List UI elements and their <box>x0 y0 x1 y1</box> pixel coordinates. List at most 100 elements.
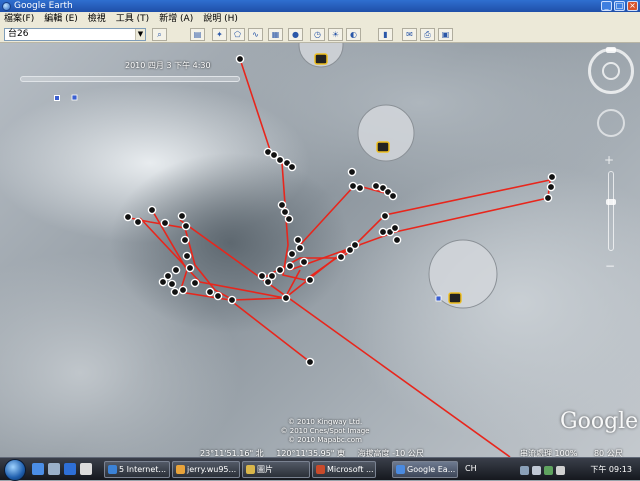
attribution-line: © 2010 Mapabc.com <box>288 436 362 444</box>
taskbar-button[interactable]: jerry.wu95... <box>172 461 240 478</box>
track-point <box>345 245 355 255</box>
menu-file[interactable]: 檔案(F) <box>0 12 40 26</box>
map-viewport[interactable]: 2010 四月 3 下午 4:30 + − © 2010 Kingway Ltd… <box>0 43 640 457</box>
north-icon[interactable] <box>606 47 616 53</box>
path-button[interactable]: ∿ <box>248 28 263 41</box>
zoom-in-icon[interactable]: + <box>604 153 614 167</box>
search-button[interactable]: ⌕ <box>152 28 167 41</box>
polygon-button[interactable]: ⬠ <box>230 28 245 41</box>
switch-windows-icon[interactable] <box>80 463 92 475</box>
track-point <box>390 223 400 233</box>
language-indicator[interactable]: CH <box>465 464 477 473</box>
google-earth-icon <box>2 2 11 11</box>
taskbar: 5 Internet... jerry.wu95... 圖片 Microsoft ..… <box>0 457 640 481</box>
close-button[interactable]: × <box>627 1 638 11</box>
placemark-marker <box>71 94 78 101</box>
zoom-slider-knob[interactable] <box>606 199 616 205</box>
tray-icon[interactable] <box>532 465 541 475</box>
track-point <box>277 200 287 210</box>
menu-edit[interactable]: 編輯 (E) <box>40 12 84 26</box>
track-point <box>170 287 180 297</box>
switch-sky-button[interactable]: ◐ <box>346 28 361 41</box>
app-icon <box>396 465 405 474</box>
ie-quicklaunch-icon[interactable] <box>64 463 76 475</box>
sunlight-button[interactable]: ☀ <box>328 28 343 41</box>
compass-control[interactable] <box>588 47 634 94</box>
ie-icon[interactable] <box>32 463 44 475</box>
app-icon <box>108 465 117 474</box>
track-point <box>275 265 285 275</box>
taskbar-button-label: 5 Internet... <box>119 465 167 474</box>
status-line: 23°11'51.16" 北 120°11'35.95" 東 海拔高度 -10 … <box>200 448 434 457</box>
track-point <box>167 279 177 289</box>
menu-help[interactable]: 說明 (H) <box>199 12 244 26</box>
tray-icon[interactable] <box>520 465 529 475</box>
taskbar-button[interactable]: Google Ea... <box>392 461 458 478</box>
attribution-line: © 2010 Cnes/Spot Image <box>280 427 370 435</box>
move-joystick[interactable] <box>597 109 625 137</box>
eye-altitude: 80 公尺 <box>593 449 623 457</box>
email-button[interactable]: ✉ <box>402 28 417 41</box>
track-point <box>257 271 267 281</box>
track-point <box>123 212 133 222</box>
track-point <box>275 155 285 165</box>
historical-imagery-button[interactable]: ◷ <box>310 28 325 41</box>
track-point <box>378 227 388 237</box>
taskbar-button-label: Microsoft ... <box>327 465 374 474</box>
zoom-slider[interactable] <box>608 171 614 251</box>
attribution: © 2010 Kingway Ltd. © 2010 Cnes/Spot Ima… <box>230 418 420 445</box>
streaming-status: 串流處理 100% 80 公尺 <box>520 448 623 457</box>
time-slider-track[interactable] <box>20 76 240 82</box>
tour-button[interactable]: ● <box>288 28 303 41</box>
maximize-button[interactable]: □ <box>614 1 625 11</box>
menu-bar: 檔案(F) 編輯 (E) 檢視 工具 (T) 新增 (A) 說明 (H) <box>0 12 640 26</box>
track-point <box>546 182 556 192</box>
track-point <box>178 285 188 295</box>
taskbar-button-label: Google Ea... <box>407 465 456 474</box>
track-point <box>280 207 290 217</box>
track-point <box>347 167 357 177</box>
menu-add[interactable]: 新增 (A) <box>155 12 199 26</box>
clock[interactable]: 下午 09:13 <box>590 464 632 475</box>
track-point <box>190 278 200 288</box>
ruler-button[interactable]: ▮ <box>378 28 393 41</box>
placemark-marker <box>435 295 442 302</box>
track-point <box>182 251 192 261</box>
track-point <box>213 291 223 301</box>
track-point <box>180 235 190 245</box>
overlay-button[interactable]: ▦ <box>268 28 283 41</box>
view-in-maps-button[interactable]: ▣ <box>438 28 453 41</box>
camera-icon <box>376 141 390 153</box>
taskbar-button[interactable]: 圖片 <box>242 461 310 478</box>
track-point <box>171 265 181 275</box>
sidebar-toggle-button[interactable]: ▤ <box>190 28 205 41</box>
search-input[interactable]: 台26 ▼ <box>4 28 146 41</box>
track-point <box>355 183 365 193</box>
track-point <box>380 211 390 221</box>
minimize-button[interactable]: _ <box>601 1 612 11</box>
track-point <box>235 54 245 64</box>
taskbar-button[interactable]: Microsoft ... <box>312 461 376 478</box>
track-point <box>388 191 398 201</box>
chevron-down-icon[interactable]: ▼ <box>135 29 145 40</box>
track-point <box>227 295 237 305</box>
menu-tools[interactable]: 工具 (T) <box>112 12 155 26</box>
placemark-button[interactable]: ✦ <box>212 28 227 41</box>
zoom-out-icon[interactable]: − <box>605 259 615 273</box>
google-logo: Google <box>560 409 639 434</box>
track-point <box>281 293 291 303</box>
start-button[interactable] <box>4 459 26 481</box>
look-joystick[interactable] <box>602 62 620 80</box>
print-button[interactable]: ⎙ <box>420 28 435 41</box>
camera-icon <box>314 53 328 65</box>
track-point <box>305 357 315 367</box>
app-icon <box>246 465 255 474</box>
volume-icon[interactable] <box>556 465 565 475</box>
menu-view[interactable]: 檢視 <box>84 12 112 26</box>
taskbar-button[interactable]: 5 Internet... <box>104 461 170 478</box>
show-desktop-icon[interactable] <box>48 463 60 475</box>
network-icon[interactable] <box>544 465 553 475</box>
track-point <box>287 162 297 172</box>
time-slider-marker[interactable] <box>54 95 60 101</box>
taskbar-button-label: 圖片 <box>257 465 273 474</box>
